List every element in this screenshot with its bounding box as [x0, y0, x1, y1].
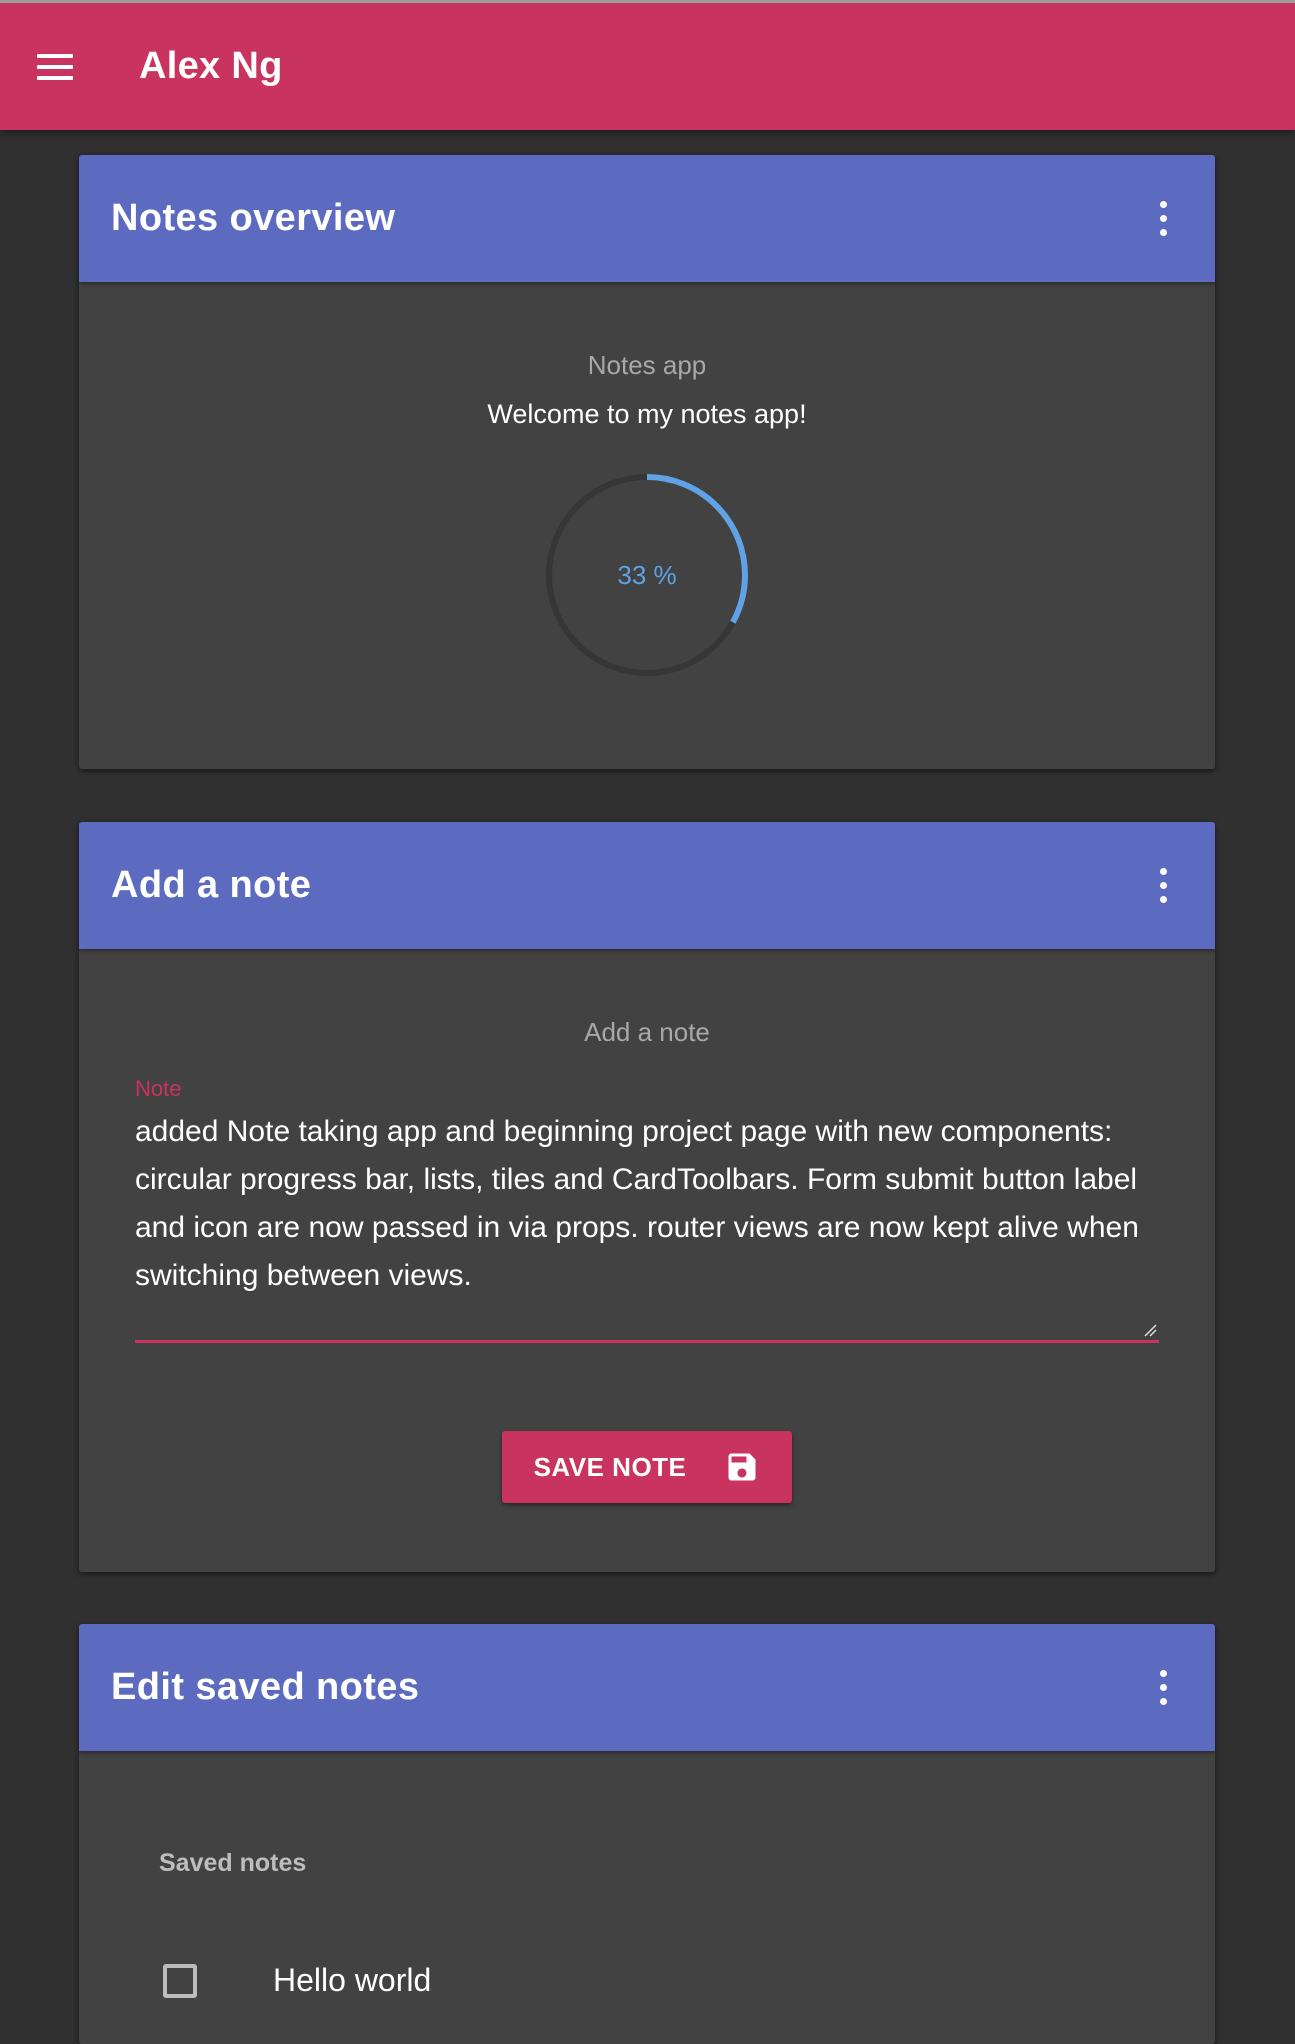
welcome-text: Welcome to my notes app! [487, 399, 807, 429]
add-note-caption: Add a note [584, 1017, 710, 1047]
menu-icon[interactable] [25, 37, 85, 97]
save-note-label: SAVE NOTE [533, 1451, 687, 1482]
card-toolbar: Edit saved notes [79, 1624, 1215, 1751]
card-title: Edit saved notes [111, 1666, 420, 1708]
card-toolbar: Add a note [79, 822, 1215, 949]
add-note-card: Add a note Add a note Note SAVE NOTE [79, 822, 1215, 1572]
save-icon [728, 1453, 756, 1481]
list-item-title: Hello world [273, 1962, 432, 1998]
checkbox[interactable] [163, 1963, 197, 1998]
note-field-label: Note [135, 1076, 182, 1101]
more-vert-icon[interactable] [1143, 1658, 1183, 1718]
list-item[interactable]: Hello world [163, 1962, 1215, 1999]
progress-label: 33 % [617, 559, 677, 590]
overview-caption: Notes app [587, 350, 707, 380]
more-vert-icon[interactable] [1143, 189, 1183, 249]
app-title: Alex Ng [139, 45, 283, 87]
notes-overview-card: Notes overview Notes app Welcome to my n… [79, 155, 1215, 769]
saved-notes-subheader: Saved notes [159, 1849, 307, 1877]
app-bar: Alex Ng [0, 0, 1295, 130]
edit-saved-notes-card: Edit saved notes Saved notes Hello world [79, 1624, 1215, 2044]
note-textarea[interactable] [135, 1108, 1159, 1343]
more-vert-icon[interactable] [1143, 856, 1183, 916]
note-field: Note [135, 1076, 1159, 1343]
circular-progress: 33 % [542, 470, 752, 680]
card-title: Notes overview [111, 197, 396, 239]
save-note-button[interactable]: SAVE NOTE [502, 1431, 792, 1503]
card-toolbar: Notes overview [79, 155, 1215, 282]
card-title: Add a note [111, 864, 312, 906]
resize-grip-icon[interactable] [1143, 1323, 1157, 1337]
